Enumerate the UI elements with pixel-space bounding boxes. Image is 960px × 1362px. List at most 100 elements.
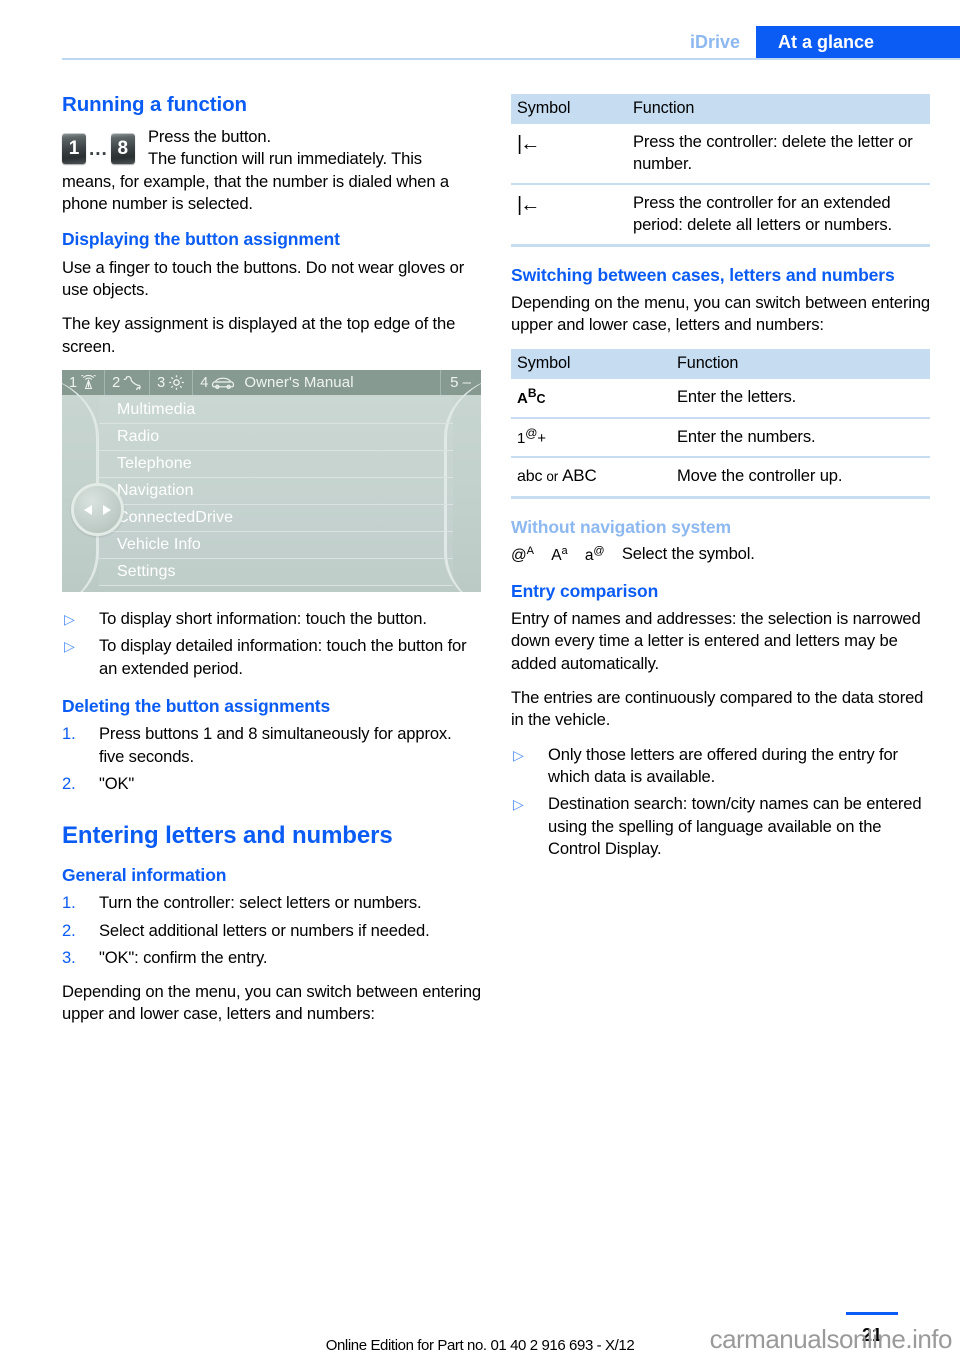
tab-idrive[interactable]: iDrive — [679, 26, 756, 58]
arrow-right-icon — [103, 504, 111, 515]
status-item-2[interactable]: 2 — [105, 370, 151, 396]
controller-knob-icon — [71, 483, 124, 537]
table-cell-function: Press the controller for an extended per… — [627, 183, 930, 247]
step-text: Select additional letters or numbers if … — [99, 920, 430, 940]
car-icon — [211, 376, 235, 390]
page-footer: 21 Online Edition for Part no. 01 40 2 9… — [0, 1302, 960, 1362]
triangle-bullet-icon: ▷ — [513, 796, 524, 813]
entry-comparison-bullets: ▷ Only those letters are offered during … — [511, 744, 930, 861]
status-item-5[interactable]: 5 – — [440, 370, 481, 396]
tab-at-a-glance[interactable]: At a glance — [755, 26, 960, 58]
at-superscript-a-icon: @A — [511, 544, 534, 564]
table-cell-function: Enter the numbers. — [671, 417, 930, 459]
menu-item-multimedia[interactable]: Multimedia — [99, 397, 453, 425]
step-text: Press buttons 1 and 8 simultaneously for… — [99, 724, 452, 766]
table-row: |← Press the controller: delete the lett… — [511, 124, 930, 185]
case-switch-symbol-table: Symbol Function ABC Enter the letters. 1… — [511, 348, 930, 499]
without-nav-symbols-line: @A Aa a@ Select the symbol. — [511, 544, 930, 564]
idrive-menu-area: Multimedia Radio Telephone Navigation Co… — [62, 375, 481, 593]
step-number: 1. — [62, 724, 76, 744]
heading-general-information: General information — [62, 864, 227, 885]
column-header-symbol: Symbol — [511, 94, 627, 124]
step-number: 3. — [62, 947, 76, 967]
list-item: ▷ To display short information: touch th… — [62, 608, 481, 630]
status-item-4-number: 4 — [200, 374, 209, 391]
delete-symbol-table: Symbol Function |← Press the controller:… — [511, 94, 930, 247]
menu-item-radio[interactable]: Radio — [99, 424, 453, 452]
status-item-3[interactable]: 3 — [150, 370, 194, 396]
letters-symbol-icon: ABC — [517, 385, 546, 407]
step-number: 2. — [62, 774, 76, 794]
table-cell-function: Enter the letters. — [671, 378, 930, 419]
key-8-icon: 8 — [110, 133, 135, 164]
table-header-row: Symbol Function — [511, 94, 930, 124]
switching-intro-paragraph: Depending on the menu, you can switch be… — [511, 293, 931, 335]
column-header-symbol: Symbol — [511, 348, 671, 379]
list-item: 3. "OK": confirm the entry. — [62, 947, 481, 969]
header-divider — [62, 58, 960, 60]
step-text: "OK" — [99, 774, 135, 794]
list-item: 1. Press buttons 1 and 8 simultaneously … — [62, 723, 481, 768]
table-row: |← Press the controller for an extended … — [511, 183, 930, 247]
status-item-1-number: 1 — [69, 374, 78, 391]
list-item: ▷ To display detailed information: touch… — [62, 635, 481, 680]
gear-icon — [168, 374, 185, 391]
heading-without-navigation-system: Without navigation system — [511, 516, 732, 537]
list-item-text: Only those letters are offered during th… — [548, 744, 898, 786]
menu-item-navigation[interactable]: Navigation — [99, 478, 453, 506]
list-item: ▷ Only those letters are offered during … — [511, 744, 930, 789]
list-item: 1. Turn the controller: select letters o… — [62, 892, 481, 914]
entry-comparison-paragraph-1: Entry of names and addresses: the select… — [511, 609, 921, 673]
without-nav-text: Select the symbol. — [621, 544, 755, 564]
backspace-icon: |← — [517, 133, 540, 155]
deleting-steps-list: 1. Press buttons 1 and 8 simultaneously … — [62, 723, 481, 795]
triangle-bullet-icon: ▷ — [64, 638, 75, 655]
list-item: ▷ Destination search: town/city names ca… — [511, 793, 930, 860]
triangle-bullet-icon: ▷ — [513, 746, 524, 763]
table-cell-function: Press the controller: delete the letter … — [627, 124, 930, 185]
right-column: Symbol Function |← Press the controller:… — [511, 92, 930, 872]
arrow-left-icon — [84, 504, 92, 515]
idrive-screen-image: 1 2 3 4 Owner's Manual 5 – Multimedia Ra… — [62, 370, 481, 593]
displaying-paragraph-1: Use a finger to touch the buttons. Do no… — [62, 257, 465, 300]
menu-item-connecteddrive[interactable]: ConnectedDrive — [99, 505, 453, 533]
status-item-4[interactable]: 4 Owner's Manual — [193, 370, 360, 395]
backspace-icon: |← — [517, 193, 540, 216]
button-range-icons: 1 ... 8 — [62, 130, 135, 164]
triangle-bullet-icon: ▷ — [64, 611, 75, 628]
column-header-function: Function — [627, 94, 930, 124]
list-item-text: To display detailed information: touch t… — [99, 636, 467, 678]
menu-item-telephone[interactable]: Telephone — [99, 451, 453, 479]
column-header-function: Function — [671, 348, 930, 379]
numbers-symbol-icon: 1@+ — [517, 425, 546, 447]
table-row: 1@+ Enter the numbers. — [511, 417, 930, 459]
entering-closing-paragraph: Depending on the menu, you can switch be… — [62, 982, 482, 1024]
status-item-3-number: 3 — [157, 374, 166, 391]
table-cell-function: Move the controller up. — [671, 457, 930, 499]
list-item-text: Destination search: town/city names can … — [548, 794, 922, 858]
heading-switching-between-cases: Switching between cases, letters and num… — [511, 264, 895, 285]
key-ellipsis: ... — [89, 139, 108, 160]
step-number: 1. — [62, 893, 76, 913]
table-row: abc or ABC Move the controller up. — [511, 457, 930, 499]
table-header-row: Symbol Function — [511, 348, 930, 379]
list-item: 2. Select additional letters or numbers … — [62, 920, 481, 942]
status-item-1[interactable]: 1 — [62, 370, 106, 396]
running-a-function-intro: 1 ... 8 Press the button. The function w… — [62, 126, 481, 215]
a-superscript-a-icon: Aa — [551, 544, 568, 564]
menu-item-settings[interactable]: Settings — [99, 559, 453, 587]
general-information-steps: 1. Turn the controller: select letters o… — [62, 892, 481, 969]
idrive-main-menu: Multimedia Radio Telephone Navigation Co… — [99, 397, 453, 587]
menu-item-vehicle-info[interactable]: Vehicle Info — [99, 532, 453, 560]
phone-handset-icon — [123, 375, 142, 391]
heading-entry-comparison: Entry comparison — [511, 580, 659, 601]
heading-running-a-function: Running a function — [62, 93, 247, 116]
page-header: iDrive At a glance — [0, 0, 960, 58]
key-1-icon: 1 — [62, 133, 86, 164]
header-tabs: iDrive At a glance — [679, 26, 960, 58]
screen-title: Owner's Manual — [244, 374, 354, 392]
running-a-function-body: means, for example, that the number is d… — [62, 171, 449, 213]
table-row: ABC Enter the letters. — [511, 378, 930, 419]
displaying-paragraph-2: The key assignment is displayed at the t… — [62, 314, 456, 356]
left-column: Running a function 1 ... 8 Press the but… — [62, 92, 481, 1026]
